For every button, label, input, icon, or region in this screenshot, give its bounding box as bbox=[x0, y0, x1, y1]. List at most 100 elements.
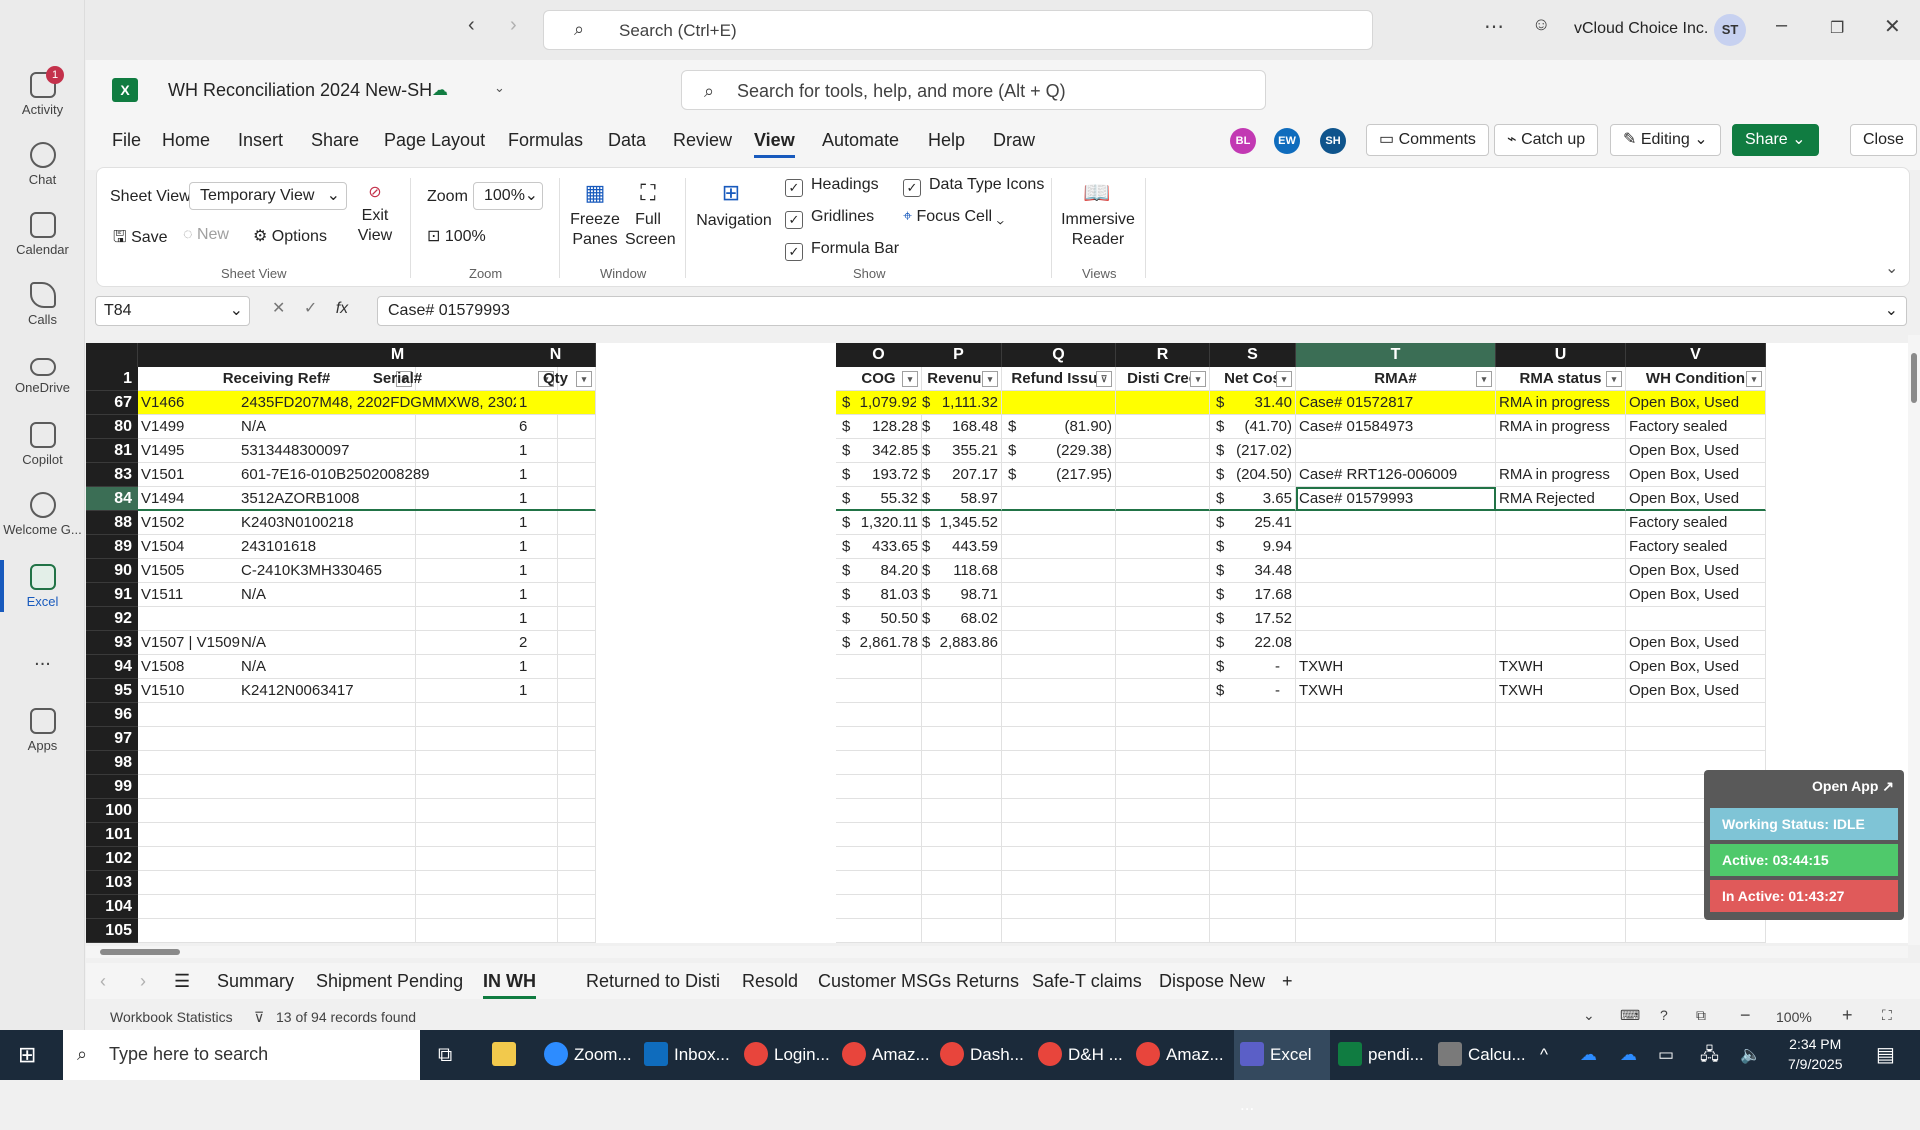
table-cell[interactable]: Factory sealed bbox=[1626, 415, 1766, 439]
table-cell[interactable] bbox=[1496, 823, 1626, 847]
sheet-tab-active[interactable]: IN WH bbox=[483, 971, 536, 999]
table-cell[interactable] bbox=[916, 679, 1002, 703]
table-cell[interactable]: Factory sealed bbox=[1626, 511, 1766, 535]
scroll-thumb[interactable] bbox=[100, 949, 180, 955]
table-cell[interactable] bbox=[1210, 703, 1296, 727]
table-cell[interactable] bbox=[1116, 559, 1210, 583]
keyboard-icon[interactable]: ⌨ bbox=[1620, 1007, 1640, 1024]
table-cell[interactable]: Open Box, Used bbox=[1626, 487, 1766, 511]
table-cell[interactable] bbox=[836, 799, 922, 823]
table-cell[interactable]: $118.68 bbox=[916, 559, 1002, 583]
vertical-scrollbar[interactable] bbox=[1908, 335, 1920, 945]
filter-dropdown-icon[interactable]: ▾ bbox=[1276, 371, 1292, 387]
table-cell[interactable]: 243101618 bbox=[238, 535, 558, 559]
table-cell[interactable] bbox=[1116, 751, 1210, 775]
table-cell[interactable] bbox=[1116, 487, 1210, 511]
table-cell[interactable] bbox=[238, 703, 558, 727]
table-cell[interactable]: 1 bbox=[516, 607, 596, 631]
column-header[interactable]: V bbox=[1626, 343, 1766, 367]
table-cell[interactable] bbox=[1296, 439, 1496, 463]
sheet-tab[interactable]: Customer MSGs Returns bbox=[818, 971, 1019, 992]
menu-data[interactable]: Data bbox=[608, 130, 646, 151]
table-cell[interactable] bbox=[1496, 607, 1626, 631]
table-cell[interactable] bbox=[1116, 775, 1210, 799]
table-cell[interactable]: N/A bbox=[238, 655, 558, 679]
column-header[interactable]: S bbox=[1210, 343, 1296, 367]
new-button[interactable]: ◌ New bbox=[183, 226, 229, 244]
people-icon[interactable]: ☺ bbox=[1532, 14, 1550, 35]
table-cell[interactable] bbox=[916, 775, 1002, 799]
table-cell[interactable] bbox=[836, 751, 922, 775]
taskbar-clock[interactable]: 2:34 PM 7/9/2025 bbox=[1788, 1034, 1843, 1074]
table-cell[interactable] bbox=[1210, 775, 1296, 799]
table-cell[interactable] bbox=[836, 919, 922, 943]
table-cell[interactable] bbox=[916, 727, 1002, 751]
row-header[interactable]: 100 bbox=[86, 799, 138, 823]
table-cell[interactable]: $55.32 bbox=[836, 487, 922, 511]
share-button[interactable]: Share ⌄ bbox=[1732, 124, 1819, 156]
table-cell[interactable]: 5313448300097 bbox=[238, 439, 558, 463]
formula-bar-checkbox[interactable]: ✓ Formula Bar bbox=[785, 240, 899, 261]
table-cell[interactable]: 1 bbox=[516, 439, 596, 463]
table-cell[interactable] bbox=[1002, 919, 1116, 943]
table-cell[interactable] bbox=[1116, 727, 1210, 751]
table-cell[interactable] bbox=[1296, 535, 1496, 559]
table-cell[interactable] bbox=[1116, 415, 1210, 439]
table-cell[interactable] bbox=[238, 727, 558, 751]
row-header[interactable]: 103 bbox=[86, 871, 138, 895]
taskbar-app-chrome[interactable]: Amaz... bbox=[1136, 1030, 1224, 1080]
catch-up-button[interactable]: ⌁ Catch up bbox=[1494, 124, 1599, 156]
table-cell[interactable]: Open Box, Used bbox=[1626, 583, 1766, 607]
table-cell[interactable]: $443.59 bbox=[916, 535, 1002, 559]
table-cell[interactable]: 1 bbox=[516, 511, 596, 535]
table-cell[interactable]: TXWH bbox=[1496, 679, 1626, 703]
table-cell[interactable]: Open Box, Used bbox=[1626, 655, 1766, 679]
table-cell[interactable] bbox=[1116, 631, 1210, 655]
collapse-ribbon-icon[interactable]: ⌄ bbox=[1885, 258, 1898, 278]
menu-page-layout[interactable]: Page Layout bbox=[384, 130, 485, 151]
user-avatar[interactable]: ST bbox=[1714, 14, 1746, 46]
windows-start-icon[interactable]: ⊞ bbox=[18, 1030, 36, 1080]
table-cell[interactable]: $ (81.90) bbox=[1002, 415, 1116, 439]
table-cell[interactable] bbox=[1626, 919, 1766, 943]
table-cell[interactable] bbox=[1210, 871, 1296, 895]
table-cell[interactable] bbox=[1002, 703, 1116, 727]
task-view-icon[interactable]: ⧉ bbox=[438, 1030, 452, 1080]
table-cell[interactable] bbox=[516, 823, 596, 847]
column-header[interactable]: M bbox=[238, 343, 558, 367]
table-cell[interactable]: $168.48 bbox=[916, 415, 1002, 439]
cancel-icon[interactable]: ✕ bbox=[272, 300, 285, 317]
table-cell[interactable] bbox=[836, 727, 922, 751]
rail-more[interactable]: ... bbox=[0, 648, 85, 671]
table-cell[interactable]: $207.17 bbox=[916, 463, 1002, 487]
table-cell[interactable]: C-2410K3MH330465 bbox=[238, 559, 558, 583]
table-cell[interactable]: $25.41 bbox=[1210, 511, 1296, 535]
table-cell[interactable]: $2,883.86 bbox=[916, 631, 1002, 655]
table-cell[interactable]: $58.97 bbox=[916, 487, 1002, 511]
data-type-icons-checkbox[interactable]: ✓ Data Type Icons bbox=[903, 176, 1044, 197]
table-cell[interactable]: RMA in progress bbox=[1496, 463, 1626, 487]
table-cell[interactable]: $17.68 bbox=[1210, 583, 1296, 607]
table-cell[interactable] bbox=[916, 895, 1002, 919]
table-cell[interactable] bbox=[1626, 607, 1766, 631]
table-cell[interactable]: RMA in progress bbox=[1496, 415, 1626, 439]
column-header[interactable]: P bbox=[916, 343, 1002, 367]
chevron-down-icon[interactable]: ⌄ bbox=[1583, 1007, 1595, 1024]
table-cell[interactable] bbox=[1496, 751, 1626, 775]
table-cell[interactable]: Case# 01572817 bbox=[1296, 391, 1496, 415]
table-cell[interactable] bbox=[1626, 727, 1766, 751]
headings-checkbox[interactable]: ✓ Headings bbox=[785, 176, 879, 197]
table-cell[interactable]: K2403N0100218 bbox=[238, 511, 558, 535]
table-cell[interactable]: $433.65 bbox=[836, 535, 922, 559]
table-cell[interactable] bbox=[1296, 583, 1496, 607]
table-cell[interactable] bbox=[916, 871, 1002, 895]
table-cell[interactable] bbox=[1116, 823, 1210, 847]
table-cell[interactable] bbox=[1496, 895, 1626, 919]
sync-status-icon[interactable]: ☁ bbox=[432, 80, 448, 100]
table-cell[interactable] bbox=[1116, 799, 1210, 823]
table-cell[interactable]: 1 bbox=[516, 559, 596, 583]
column-header[interactable]: T bbox=[1296, 343, 1496, 367]
rail-apps[interactable]: Apps bbox=[0, 708, 85, 753]
table-cell[interactable] bbox=[1002, 847, 1116, 871]
table-cell[interactable] bbox=[1116, 895, 1210, 919]
